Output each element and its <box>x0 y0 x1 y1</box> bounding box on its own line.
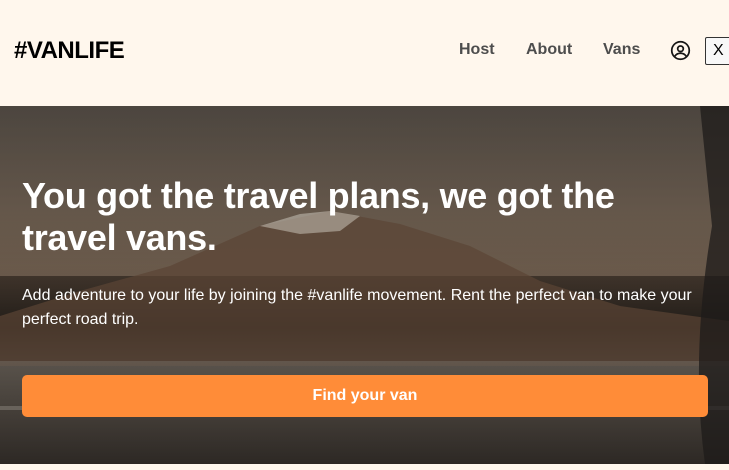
logout-button[interactable]: X <box>705 37 729 65</box>
nav-link-host[interactable]: Host <box>459 41 495 59</box>
site-logo[interactable]: #VANLIFE <box>14 37 125 65</box>
nav-link-vans[interactable]: Vans <box>603 41 640 59</box>
user-circle-icon[interactable] <box>670 40 691 61</box>
hero-title: You got the travel plans, we got the tra… <box>22 175 615 258</box>
page-bottom-strip <box>0 464 729 470</box>
site-header: #VANLIFE Host About Vans X <box>0 0 729 106</box>
find-your-van-button[interactable]: Find your van <box>22 375 708 417</box>
hero-description: Add adventure to your life by joining th… <box>22 287 692 328</box>
nav-link-about[interactable]: About <box>526 41 572 59</box>
hero-section: You got the travel plans, we got the tra… <box>0 106 729 464</box>
